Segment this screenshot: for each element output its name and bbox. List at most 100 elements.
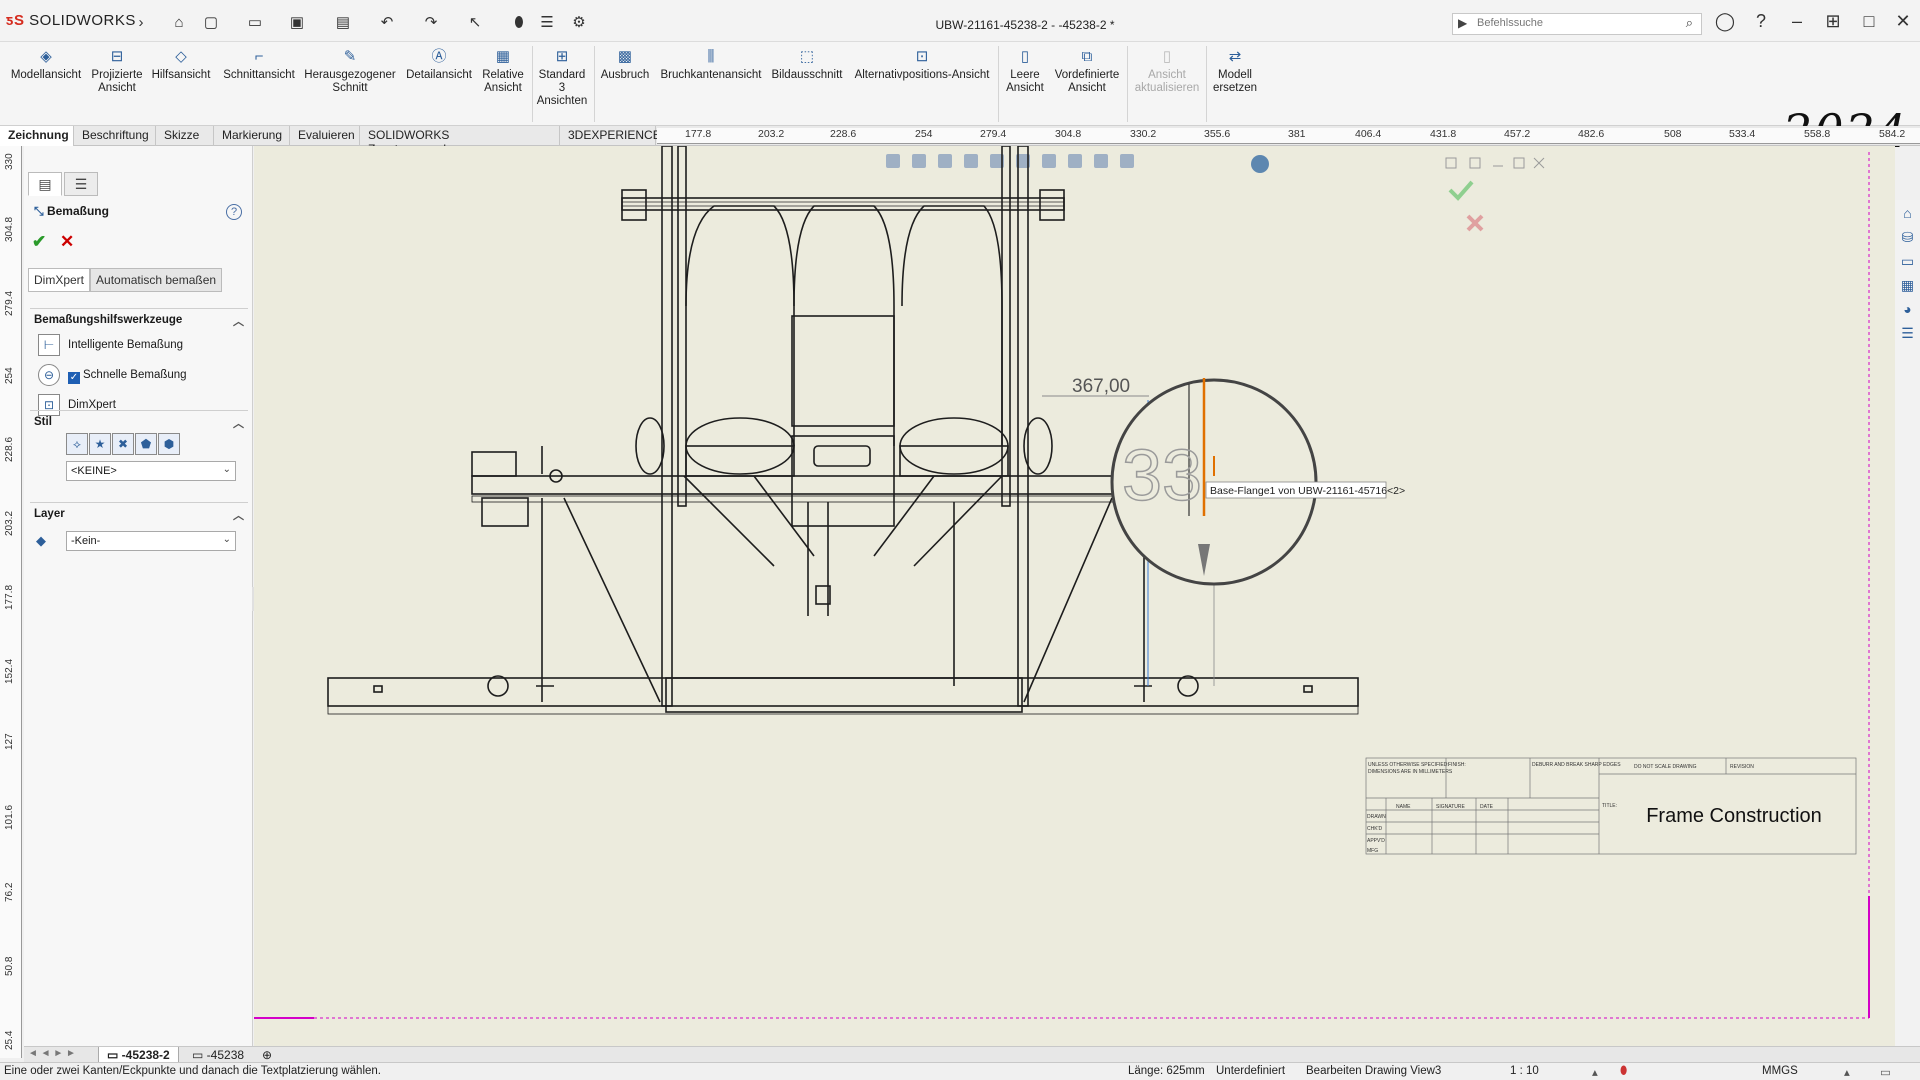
sheet-nav-arrows[interactable]: ◄ ◄ ► ► [28,1048,76,1059]
drawing-canvas[interactable]: 367,00 33 Base-Flange1 von UBW-21161-457… [254,146,1895,1046]
appearance-sphere-icon[interactable] [1251,155,1269,173]
auxiliary-view-button[interactable]: ◇Hilfsansicht [148,48,214,82]
update-view-button[interactable]: ▯Ansicht aktualisieren [1130,48,1204,95]
subtab-dimxpert[interactable]: DimXpert [28,268,90,292]
previous-view-icon[interactable] [938,154,952,168]
options-gear-icon[interactable]: ⚙ [568,14,590,32]
units-up-icon[interactable]: ▴ [1844,1065,1850,1079]
delete-style-icon[interactable]: ✖ [112,433,134,455]
confirm-corner-check-icon[interactable] [1450,182,1472,198]
home-icon[interactable]: ⌂ [1897,202,1919,224]
undo-icon[interactable]: ↶ [376,14,398,32]
configuration-tab-icon[interactable]: ☰ [64,172,98,196]
minimize-icon[interactable]: – [1782,11,1812,32]
chevron-up-icon[interactable]: ︿ [233,415,244,431]
solidworks-logo[interactable]: ƽS SOLIDWORKS [6,12,136,29]
view-palette-icon[interactable]: ▦ [1897,274,1919,296]
tab-sketch[interactable]: Skizze [156,126,214,146]
section-view-button[interactable]: ⌐Schnittansicht [220,48,298,82]
help-icon[interactable]: ? [1746,11,1776,32]
predefined-view-button[interactable]: ⧉Vordefinierte Ansicht [1052,48,1122,95]
viewport-close-icon[interactable] [1534,158,1544,168]
new-file-icon[interactable]: ▢ [200,14,222,32]
viewport-expand-icon[interactable] [1470,158,1480,168]
open-file-icon[interactable]: ▭ [244,14,266,32]
property-manager-tab-icon[interactable]: ▤ [28,172,62,196]
command-search-input[interactable]: ▶ Befehlssuche ⌕ [1452,13,1702,35]
tab-evaluate[interactable]: Evaluieren [290,126,360,146]
viewport-maximize-icon[interactable] [1514,158,1524,168]
rebuild-indicator-icon[interactable]: ⬮ [1620,1065,1627,1078]
apply-scene-icon[interactable] [1094,154,1108,168]
layer-dropdown[interactable]: -Kein-⌄ [66,531,236,551]
status-scale[interactable]: 1 : 10 [1510,1065,1539,1077]
detail-view-button[interactable]: ⒶDetailansicht [404,48,474,82]
hide-show-icon[interactable] [1042,154,1056,168]
sheet-tab-1[interactable]: ▭ -45238-2 [98,1047,179,1063]
custom-properties-icon[interactable]: ☰ [1897,322,1919,344]
chevron-up-icon[interactable]: ︿ [233,313,244,329]
scale-up-icon[interactable]: ▴ [1592,1065,1598,1079]
maximize-icon[interactable]: □ [1854,11,1884,32]
zoom-fit-icon[interactable] [886,154,900,168]
section-header[interactable]: Bemaßungshilfswerkzeuge︿ [30,309,248,331]
broken-out-section-button[interactable]: ▩Ausbruch [598,48,652,82]
help-icon[interactable]: ? [226,204,242,220]
projected-view-button[interactable]: ⊟Projizierte Ansicht [88,48,146,95]
design-library-icon[interactable]: ⛁ [1897,226,1919,248]
save-icon[interactable]: ▣ [286,14,308,32]
view-settings-icon[interactable] [1120,154,1134,168]
section-header[interactable]: Layer︿ [30,503,248,525]
tab-3dexperience[interactable]: 3DEXPERIENCE [560,126,656,146]
empty-view-button[interactable]: ▯Leere Ansicht [1002,48,1048,95]
add-sheet-icon[interactable]: ⊕ [254,1047,280,1063]
add-style-icon[interactable]: ★ [89,433,111,455]
home-icon[interactable]: ⌂ [168,14,190,32]
select-arrow-icon[interactable]: ↖ [464,14,486,32]
section-view-toggle-icon[interactable] [964,154,978,168]
zoom-area-icon[interactable] [912,154,926,168]
quick-dimension-option[interactable]: ⊖✓Schnelle Bemaßung [30,361,248,391]
heads-up-view-toolbar[interactable] [886,154,1269,173]
search-icon[interactable]: ⌕ [1686,15,1693,31]
close-icon[interactable]: ✕ [1888,11,1918,32]
file-explorer-icon[interactable]: ▭ [1897,250,1919,272]
section-header[interactable]: Stil︿ [30,411,248,433]
tab-markup[interactable]: Markierung [214,126,290,146]
tab-solidworks-addins[interactable]: SOLIDWORKS Zusatzanwendungen [360,126,560,146]
redo-icon[interactable]: ↷ [420,14,442,32]
alternate-position-view-button[interactable]: ⊡Alternativpositions-Ansicht [850,48,994,82]
viewport-restore-icon[interactable] [1446,158,1456,168]
cancel-corner-x-icon[interactable] [1468,216,1482,230]
menu-expand-icon[interactable]: › [130,14,152,32]
replace-model-button[interactable]: ⇄Modell ersetzen [1210,48,1260,95]
appearances-icon[interactable]: ◕ [1897,298,1919,320]
save-style-icon[interactable]: ⬟ [135,433,157,455]
drawing-sheet-svg[interactable]: 367,00 33 Base-Flange1 von UBW-21161-457… [254,146,1895,1046]
crop-view-button[interactable]: ⬚Bildausschnitt [770,48,844,82]
sheet-tab-2[interactable]: ▭ -45238 [184,1047,252,1063]
load-style-icon[interactable]: ⬢ [158,433,180,455]
tab-drawing[interactable]: Zeichnung [0,126,74,146]
user-account-icon[interactable]: ◯ [1710,11,1740,32]
checkbox-checked[interactable]: ✓ [68,372,80,384]
style-dropdown[interactable]: <KEINE>⌄ [66,461,236,481]
file-properties-icon[interactable]: ☰ [536,14,558,32]
break-view-button[interactable]: ⫼Bruchkantenansicht [658,48,764,82]
tooltip-toggle-icon[interactable]: ▭ [1880,1065,1891,1079]
relative-view-button[interactable]: ▦Relative Ansicht [480,48,526,95]
smart-dimension-option[interactable]: ⊢Intelligente Bemaßung [30,331,248,361]
chevron-up-icon[interactable]: ︿ [233,507,244,523]
tab-annotation[interactable]: Beschriftung [74,126,156,146]
confirm-checkmark-icon[interactable]: ✔ [32,232,46,252]
cancel-x-icon[interactable]: ✕ [60,232,74,252]
dimension-value[interactable]: 367,00 [1072,376,1130,397]
standard-3-views-button[interactable]: ⊞Standard 3 Ansichten [536,48,588,108]
tile-window-icon[interactable]: ⊞ [1818,11,1848,32]
subtab-auto-dimension[interactable]: Automatisch bemaßen [90,268,222,292]
print-icon[interactable]: ▤ [332,14,354,32]
traffic-light-icon[interactable]: ⬮ [508,14,530,32]
model-view-button[interactable]: ◈Modellansicht [6,48,86,82]
edit-appearance-icon[interactable] [1068,154,1082,168]
status-units[interactable]: MMGS [1762,1065,1798,1077]
